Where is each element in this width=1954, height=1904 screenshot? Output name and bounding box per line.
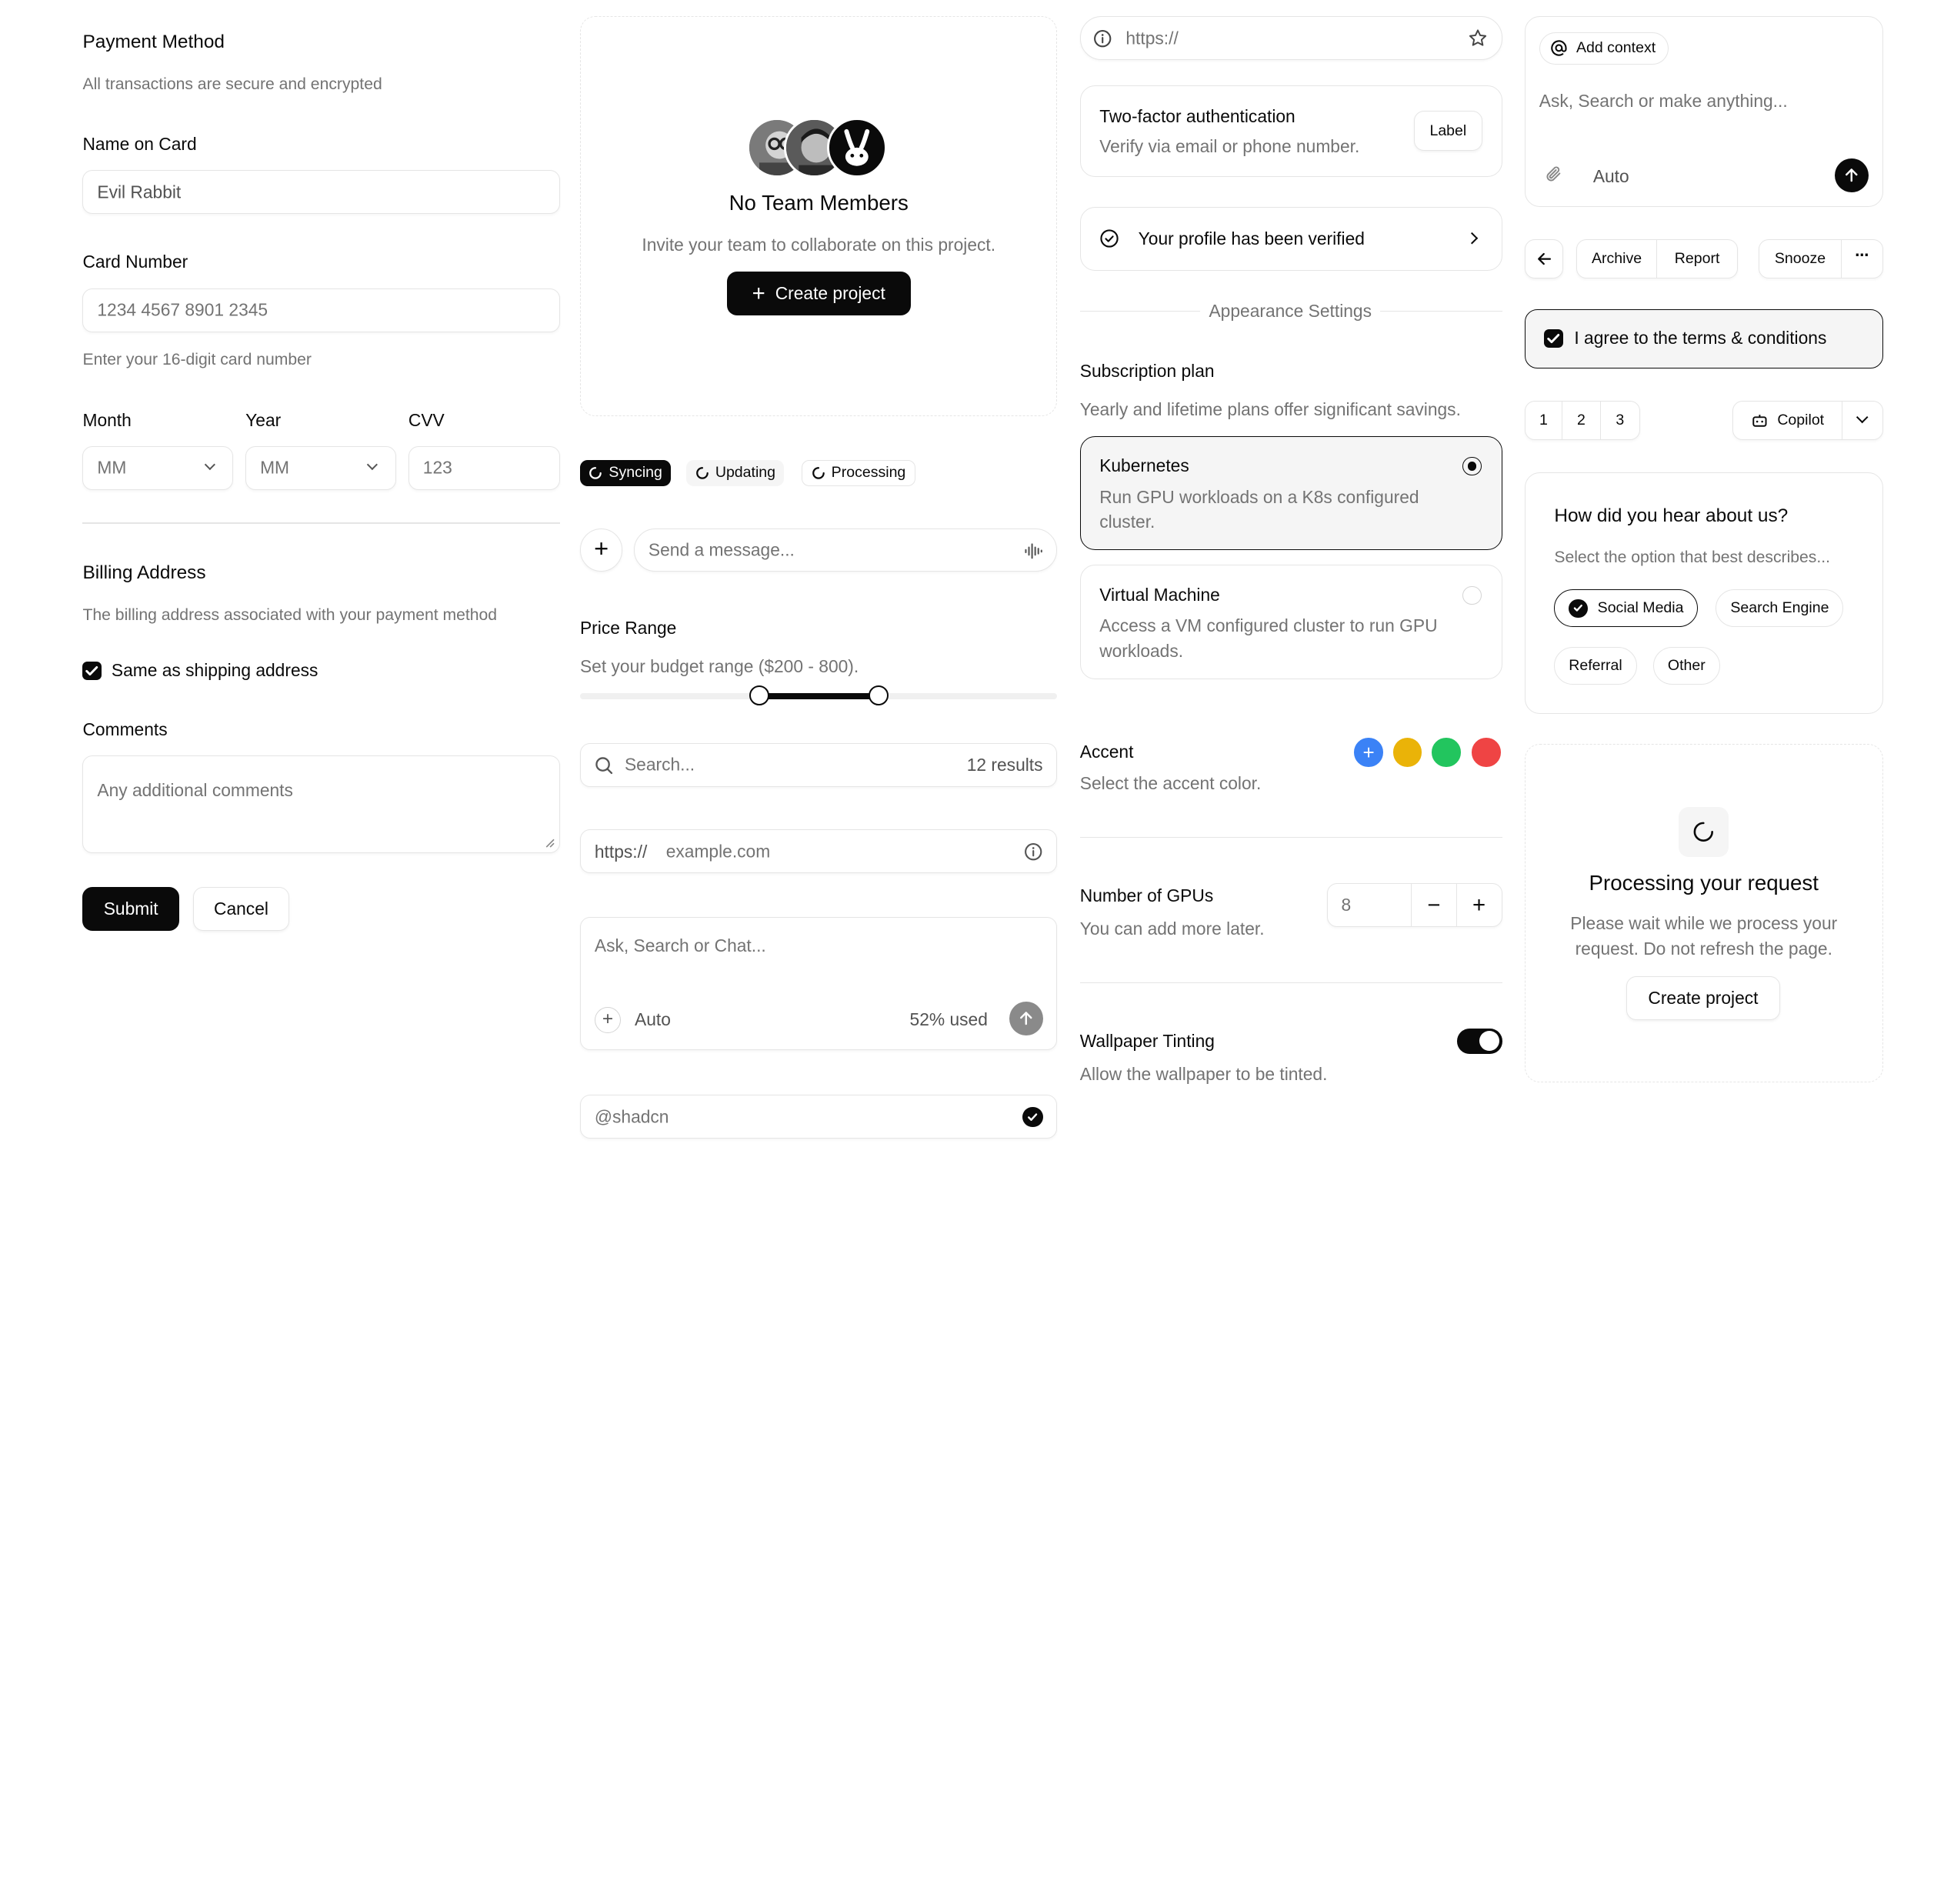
processing-description-line1: Please wait while we process your <box>1570 913 1838 934</box>
copilot-split-button: Copilot <box>1732 401 1883 440</box>
processing-description-line2: request. Do not refresh the page. <box>1575 938 1832 959</box>
page-button[interactable]: 3 <box>1601 402 1639 438</box>
prompt-placeholder: Ask, Search or make anything... <box>1539 91 1788 112</box>
terms-label: I agree to the terms & conditions <box>1574 328 1827 348</box>
survey-option-label: Social Media <box>1597 599 1684 617</box>
pagination: 1 2 3 <box>1524 401 1640 440</box>
survey-description: Select the option that best describes... <box>1554 548 1831 566</box>
check-circle-icon <box>1569 599 1588 618</box>
page-button[interactable]: 2 <box>1562 402 1601 439</box>
snooze-button[interactable]: Snooze <box>1759 240 1842 278</box>
processing-spinner-box <box>1679 806 1729 857</box>
processing-create-project-button[interactable]: Create project <box>1626 975 1781 1020</box>
archive-button[interactable]: Archive <box>1577 240 1658 278</box>
bot-icon <box>1752 415 1767 427</box>
back-button[interactable] <box>1524 239 1564 278</box>
arrow-left-icon <box>1537 252 1551 265</box>
survey-option-label: Search Engine <box>1730 599 1829 617</box>
more-horizontal-icon: ··· <box>1855 244 1870 265</box>
terms-checkbox[interactable] <box>1544 328 1563 348</box>
check-icon <box>1547 333 1560 343</box>
at-sign-icon <box>1551 40 1567 57</box>
add-context-label: Add context <box>1576 39 1656 57</box>
copilot-label: Copilot <box>1777 411 1825 428</box>
survey-option-search-engine[interactable]: Search Engine <box>1716 589 1844 628</box>
survey-option-other[interactable]: Other <box>1652 647 1720 685</box>
add-context-button[interactable]: Add context <box>1539 32 1669 65</box>
mail-action-group: Archive Report <box>1576 239 1738 278</box>
survey-option-referral[interactable]: Referral <box>1554 647 1637 685</box>
arrow-up-icon <box>1846 168 1858 182</box>
paperclip-icon[interactable] <box>1544 165 1562 183</box>
report-button[interactable]: Report <box>1657 240 1736 277</box>
column-four: Add context Ask, Search or make anything… <box>0 0 1954 1169</box>
chevron-down-icon <box>1856 411 1869 424</box>
copilot-dropdown-button[interactable] <box>1842 402 1882 438</box>
prompt-input-card[interactable]: Add context Ask, Search or make anything… <box>1524 16 1883 207</box>
survey-option-social-media[interactable]: Social Media <box>1554 589 1699 628</box>
survey-option-label: Other <box>1667 657 1706 675</box>
snooze-group: Snooze ··· <box>1759 239 1883 278</box>
loader-icon <box>1694 822 1714 842</box>
survey-title: How did you hear about us? <box>1554 505 1789 527</box>
survey-option-label: Referral <box>1569 657 1622 675</box>
prompt-mode[interactable]: Auto <box>1593 166 1629 187</box>
processing-title: Processing your request <box>1589 870 1819 895</box>
survey-card: How did you hear about us? Select the op… <box>1524 472 1883 715</box>
more-button[interactable]: ··· <box>1842 240 1882 277</box>
send-button[interactable] <box>1834 158 1869 193</box>
copilot-button[interactable]: Copilot <box>1733 402 1843 439</box>
page-button[interactable]: 1 <box>1526 402 1563 439</box>
terms-checkbox-card[interactable]: I agree to the terms & conditions <box>1524 309 1883 368</box>
